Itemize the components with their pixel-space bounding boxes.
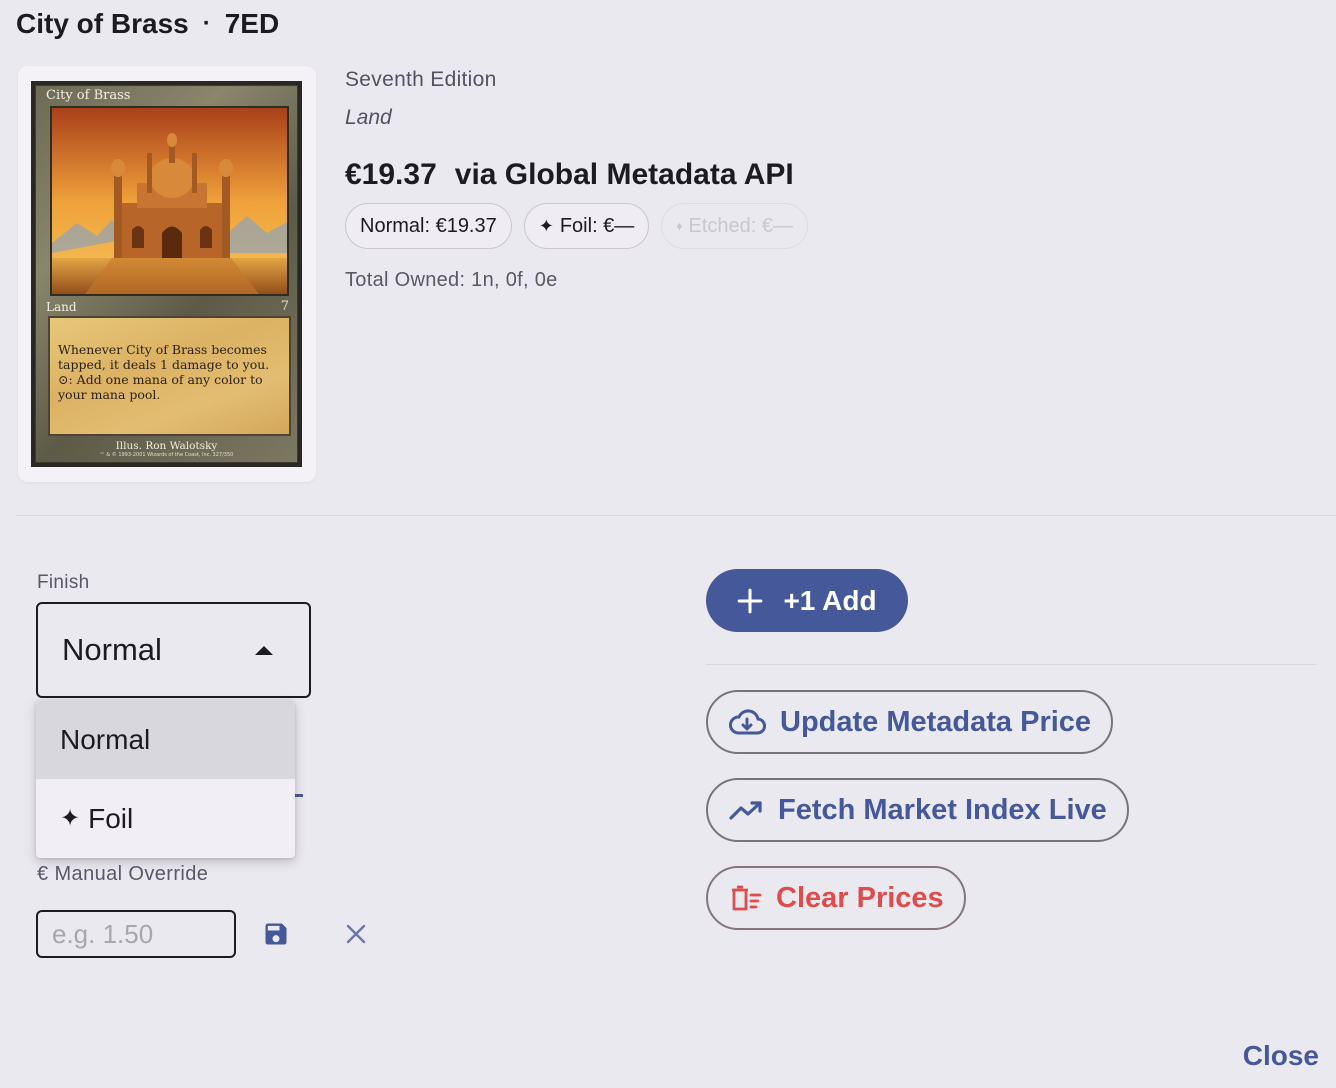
rules-text-line-1: Whenever City of Brass becomes tapped, i… [58,342,270,372]
finish-label: Finish [37,572,90,593]
card-copyright: ™ & © 1993-2001 Wizards of the Coast, In… [99,452,234,458]
finish-selected-value: Normal [62,632,162,667]
save-override-button[interactable] [256,914,296,954]
update-metadata-price-button[interactable]: Update Metadata Price [706,690,1114,754]
dialog-title: City of Brass · 7ED [16,8,279,40]
set-symbol-icon: 7 [280,299,289,314]
close-button[interactable]: Close [1243,1040,1319,1072]
sparkle-icon: ✦ [538,215,554,236]
sparkle-icon: ✦ [60,805,81,832]
clear-prices-label: Clear Prices [776,881,944,914]
set-name: Seventh Edition [345,68,497,91]
update-metadata-price-label: Update Metadata Price [780,705,1092,738]
total-owned: Total Owned: 1n, 0f, 0e [345,269,558,291]
card-illustrator: Illus. Ron Walotsky [115,440,218,452]
diamond-icon: ♦ [676,219,683,233]
finish-select[interactable]: Normal [36,602,311,698]
fetch-market-index-button[interactable]: Fetch Market Index Live [706,778,1129,842]
set-code-title: 7ED [224,8,280,39]
chip-etched-price: ♦ Etched: €— [661,203,808,249]
delete-sweep-icon [732,885,762,911]
tap-symbol-icon: ⊙ [58,372,69,387]
trending-up-icon [729,801,762,820]
cloud-download-icon [729,709,766,735]
chip-foil-label: Foil: €— [559,214,635,237]
card-image-type: Land [46,300,77,314]
card-detail-dialog: City of Brass · 7ED City of Brass Land 7… [0,0,1336,1088]
add-one-label: +1 Add [783,584,877,616]
finish-dropdown-menu: Normal ✦ Foil [36,700,295,858]
palace-artwork [52,108,287,294]
title-separator: · [202,10,211,37]
section-divider [16,515,1336,516]
fetch-market-index-label: Fetch Market Index Live [778,793,1107,826]
price-line: €19.37 via Global Metadata API [345,158,794,192]
chip-normal-label: Normal: €19.37 [360,214,497,237]
actions-divider [706,664,1316,665]
card-name-title: City of Brass [16,8,189,39]
type-line: Land [345,106,392,129]
add-one-button[interactable]: +1 Add [706,569,908,632]
manual-override-label: € Manual Override [37,863,209,885]
chip-normal-price[interactable]: Normal: €19.37 [345,203,512,249]
price-value: €19.37 [345,158,437,191]
card-art [50,106,289,296]
clear-prices-button[interactable]: Clear Prices [706,866,966,930]
chip-etched-label: Etched: €— [688,214,793,237]
chip-foil-price[interactable]: ✦ Foil: €— [523,203,650,249]
plus-icon [738,588,763,613]
card-rules-text: Whenever City of Brass becomes tapped, i… [48,316,291,436]
price-source: via Global Metadata API [454,158,794,191]
finish-option-foil[interactable]: ✦ Foil [36,779,295,858]
clear-override-button[interactable] [336,914,376,954]
finish-option-foil-label: Foil [88,802,134,834]
obscured-control-edge [294,794,303,797]
card-image: City of Brass Land 7 Whenever City of Br… [31,81,302,467]
card-image-frame: City of Brass Land 7 Whenever City of Br… [18,66,316,482]
caret-up-icon [255,645,273,655]
finish-option-normal[interactable]: Normal [36,700,295,779]
finish-option-normal-label: Normal [60,723,151,755]
close-icon [346,924,366,944]
save-icon [265,923,287,945]
rules-text-line-2: : Add one mana of any color to your mana… [58,372,263,402]
price-chips: Normal: €19.37 ✦ Foil: €— ♦ Etched: €— [345,203,808,249]
manual-override-input[interactable] [36,910,236,958]
card-image-name: City of Brass [46,88,131,103]
